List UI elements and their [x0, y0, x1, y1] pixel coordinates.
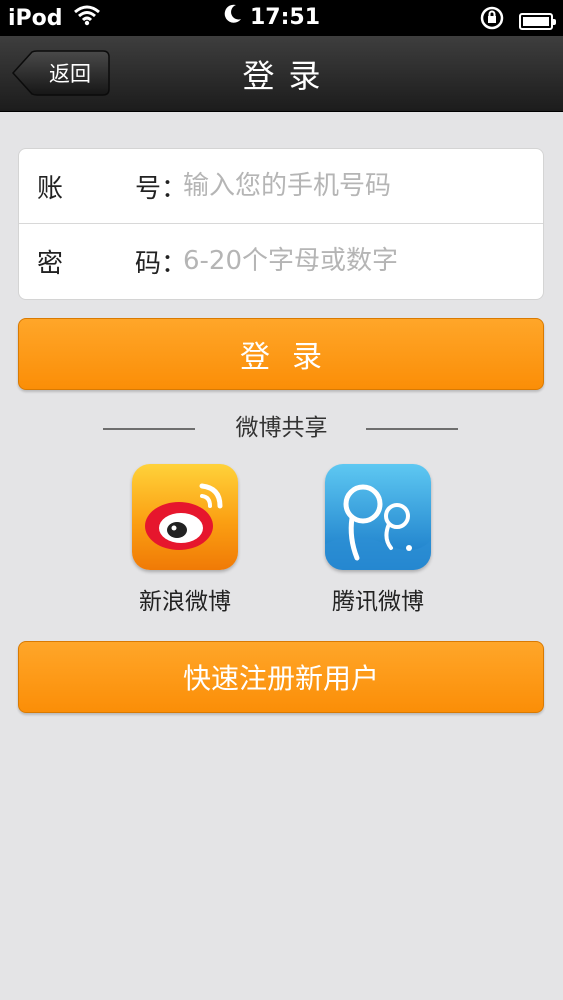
battery-icon — [519, 12, 556, 30]
share-title: 微博共享 — [235, 415, 328, 441]
status-bar: iPod 17:51 — [0, 0, 563, 36]
tencent-weibo-label: 腾讯微博 — [332, 589, 424, 615]
password-input[interactable] — [183, 238, 523, 284]
account-input[interactable] — [183, 163, 523, 209]
share-sina-weibo[interactable]: 新浪微博 — [125, 464, 245, 616]
login-form: 账 号： 密 码： — [18, 148, 544, 300]
clock-time: 17:51 — [250, 4, 321, 30]
account-row: 账 号： — [19, 149, 543, 224]
sina-weibo-label: 新浪微博 — [139, 589, 231, 615]
navigation-bar: 登录 返回 — [0, 36, 563, 112]
sina-weibo-icon[interactable] — [132, 464, 238, 570]
tencent-weibo-icon[interactable] — [325, 464, 431, 570]
moon-icon — [224, 4, 242, 30]
divider-line-right — [366, 428, 458, 430]
share-section-header: 微博共享 — [0, 410, 563, 446]
share-tencent-weibo[interactable]: 腾讯微博 — [318, 464, 438, 616]
password-row: 密 码： — [19, 224, 543, 299]
password-label: 密 码： — [37, 249, 187, 279]
account-label: 账 号： — [37, 173, 187, 204]
back-button-label: 返回 — [49, 62, 91, 86]
back-button[interactable]: 返回 — [12, 50, 110, 96]
orientation-lock-icon — [479, 5, 505, 37]
register-button[interactable]: 快速注册新用户 — [18, 641, 544, 713]
carrier-label: iPod — [8, 5, 63, 31]
login-button[interactable]: 登录 — [18, 318, 544, 390]
wifi-icon — [73, 4, 101, 32]
